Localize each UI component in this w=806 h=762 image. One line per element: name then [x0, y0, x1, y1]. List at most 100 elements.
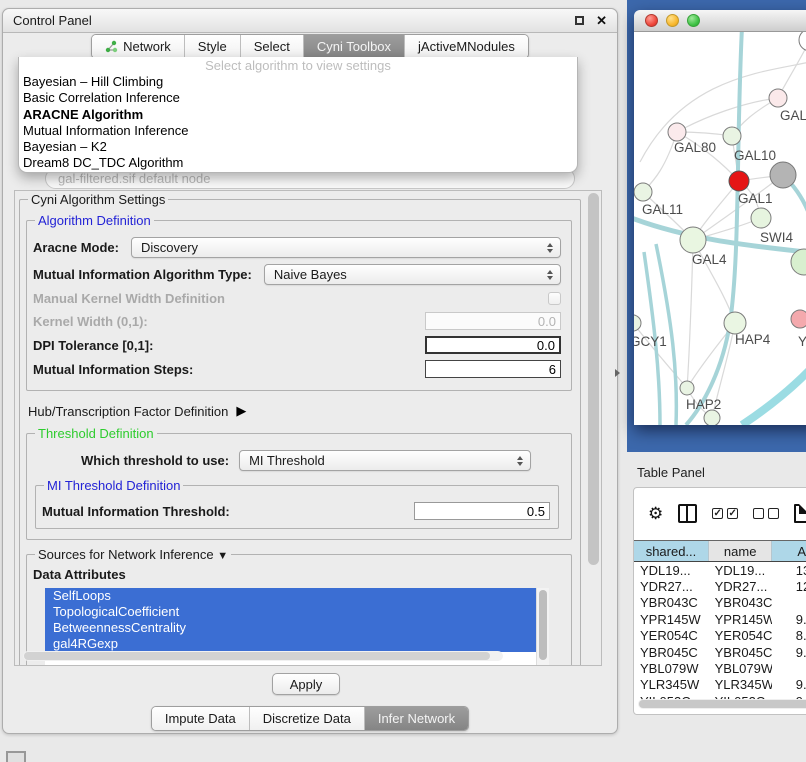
- dropdown-item-dream8[interactable]: Dream8 DC_TDC Algorithm: [19, 155, 577, 171]
- table-row[interactable]: YDR27... YDR27... 12: [634, 578, 806, 594]
- which-threshold-combobox[interactable]: MI Threshold: [239, 450, 531, 471]
- aracne-mode-combobox[interactable]: Discovery: [131, 237, 561, 258]
- node-gal4[interactable]: [680, 227, 706, 253]
- table-header-row: shared... name A: [634, 540, 806, 562]
- tab-cyni-toolbox[interactable]: Cyni Toolbox: [303, 35, 404, 58]
- mi-algorithm-type-label: Mutual Information Algorithm Type:: [33, 267, 252, 282]
- table-toolbar: ⚙ ✓ ✓: [634, 488, 806, 538]
- mi-algorithm-type-value: Naive Bayes: [274, 267, 347, 282]
- node-gal-top[interactable]: [769, 89, 787, 107]
- gear-icon[interactable]: ⚙: [648, 505, 663, 522]
- table-horizontal-scrollbar[interactable]: [638, 699, 806, 709]
- node-label: GAL1: [738, 191, 773, 206]
- table-row[interactable]: YBR043C YBR043C: [634, 595, 806, 611]
- settings-horizontal-scrollbar[interactable]: [23, 651, 503, 661]
- hub-definition-toggle[interactable]: Hub/Transcription Factor Definition ▶: [28, 403, 572, 419]
- aracne-mode-row: Aracne Mode: Discovery: [33, 237, 561, 258]
- mi-algorithm-type-row: Mutual Information Algorithm Type: Naive…: [33, 264, 561, 285]
- which-threshold-row: Which threshold to use: MI Threshold: [33, 450, 561, 471]
- node-label: GAL80: [674, 140, 716, 155]
- cell-shared: YPR145W: [634, 612, 709, 627]
- table-row[interactable]: YBR045C YBR045C 9.: [634, 644, 806, 660]
- deselect-all-checks-icon[interactable]: [753, 508, 779, 519]
- mi-steps-field[interactable]: [425, 360, 561, 378]
- table-row[interactable]: YDL19... YDL19... 13: [634, 562, 806, 578]
- tab-select[interactable]: Select: [240, 35, 303, 58]
- column-header-shared-name[interactable]: shared...: [634, 541, 709, 561]
- algorithm-dropdown-list: Select algorithm to view settings Bayesi…: [18, 57, 578, 173]
- table-row[interactable]: YER054C YER054C 8.: [634, 628, 806, 644]
- dpi-tolerance-field[interactable]: [425, 336, 561, 354]
- cyni-algorithm-settings-group: Cyni Algorithm Settings Algorithm Defini…: [19, 199, 581, 666]
- float-window-icon[interactable]: [575, 16, 584, 25]
- kernel-width-label: Kernel Width (0,1):: [33, 314, 148, 329]
- node-label: GAL4: [692, 252, 727, 267]
- node-gal1[interactable]: [751, 208, 771, 228]
- node-hap4[interactable]: [724, 312, 746, 334]
- node-gal80[interactable]: [668, 123, 686, 141]
- node-hap2[interactable]: [680, 381, 694, 395]
- expand-right-icon: ▶: [236, 403, 246, 419]
- node-gray[interactable]: [770, 162, 796, 188]
- table-row[interactable]: YLR345W YLR345W 9.: [634, 677, 806, 693]
- network-icon: [105, 40, 118, 53]
- cell-shared: YDR27...: [634, 579, 709, 594]
- node-gcy1[interactable]: [634, 315, 641, 331]
- select-all-checks-icon[interactable]: ✓ ✓: [712, 508, 738, 519]
- table-panel-title: Table Panel: [637, 465, 705, 480]
- expand-down-icon[interactable]: ▼: [217, 550, 228, 562]
- attribute-list-scrollbar[interactable]: [536, 588, 549, 666]
- list-item-betweennesscentrality[interactable]: BetweennessCentrality: [45, 620, 549, 636]
- node-salmon[interactable]: [791, 310, 806, 328]
- tab-style[interactable]: Style: [184, 35, 240, 58]
- close-icon[interactable]: ✕: [596, 13, 607, 29]
- dropdown-item-bayesian-k2[interactable]: Bayesian – K2: [19, 139, 577, 155]
- cell-shared: YDL19...: [634, 563, 709, 578]
- cell-name: YPR145W: [709, 612, 772, 627]
- tab-discretize-data[interactable]: Discretize Data: [249, 707, 364, 730]
- apply-button[interactable]: Apply: [272, 673, 340, 695]
- minimize-traffic-light-icon[interactable]: [666, 14, 679, 27]
- bottom-tabbar: Impute Data Discretize Data Infer Networ…: [2, 706, 618, 731]
- dropdown-item-mutual-info[interactable]: Mutual Information Inference: [19, 123, 577, 139]
- tab-network-label: Network: [123, 39, 171, 54]
- list-item-selfloops[interactable]: SelfLoops: [45, 588, 549, 604]
- node-label: Y: [798, 334, 806, 349]
- node-gal11[interactable]: [634, 183, 652, 201]
- mi-threshold-field[interactable]: [414, 502, 550, 520]
- tab-network[interactable]: Network: [92, 35, 184, 58]
- tab-jactivemnodules[interactable]: jActiveMNodules: [404, 35, 528, 58]
- tab-cyni-toolbox-label: Cyni Toolbox: [317, 39, 391, 54]
- cell-name: YDL19...: [709, 563, 772, 578]
- cyni-settings-scrollpane: Cyni Algorithm Settings Algorithm Defini…: [14, 190, 602, 666]
- zoom-traffic-light-icon[interactable]: [687, 14, 700, 27]
- node-gal10[interactable]: [723, 127, 741, 145]
- dropdown-item-bayesian-hill[interactable]: Bayesian – Hill Climbing: [19, 74, 577, 90]
- table-row[interactable]: YPR145W YPR145W 9.: [634, 611, 806, 627]
- splitpane-resize-handle[interactable]: [615, 369, 620, 377]
- tab-infer-network[interactable]: Infer Network: [364, 707, 468, 730]
- table-row[interactable]: YBL079W YBL079W: [634, 660, 806, 676]
- node-bottom-partial[interactable]: [704, 410, 720, 425]
- kernel-width-row: Kernel Width (0,1):: [33, 312, 561, 330]
- close-traffic-light-icon[interactable]: [645, 14, 658, 27]
- node-label: HAP4: [735, 332, 770, 347]
- node-partial-top[interactable]: [799, 32, 806, 51]
- dropdown-item-basic-correlation[interactable]: Basic Correlation Inference: [19, 90, 577, 106]
- dropdown-item-aracne[interactable]: ARACNE Algorithm: [19, 107, 577, 123]
- list-item-topologicalcoefficient[interactable]: TopologicalCoefficient: [45, 604, 549, 620]
- list-item-gal4rgexp[interactable]: gal4RGexp: [45, 636, 549, 652]
- network-canvas[interactable]: GAL GAL80 GAL10 GAL11 GAL1 SWI4 GAL4 GCY…: [634, 32, 806, 425]
- settings-vertical-scrollbar[interactable]: [588, 193, 599, 663]
- threshold-definition-title: Threshold Definition: [35, 426, 157, 441]
- column-header-partial[interactable]: A: [772, 541, 806, 561]
- mi-algorithm-type-combobox[interactable]: Naive Bayes: [264, 264, 561, 285]
- tab-impute-data[interactable]: Impute Data: [152, 707, 249, 730]
- document-icon[interactable]: [794, 504, 806, 523]
- cell-name: YER054C: [709, 628, 772, 643]
- node-red-selected[interactable]: [729, 171, 749, 191]
- columns-icon[interactable]: [678, 504, 697, 523]
- collapsed-panel-handle[interactable]: [6, 751, 26, 762]
- column-header-name[interactable]: name: [709, 541, 772, 561]
- aracne-mode-label: Aracne Mode:: [33, 240, 119, 255]
